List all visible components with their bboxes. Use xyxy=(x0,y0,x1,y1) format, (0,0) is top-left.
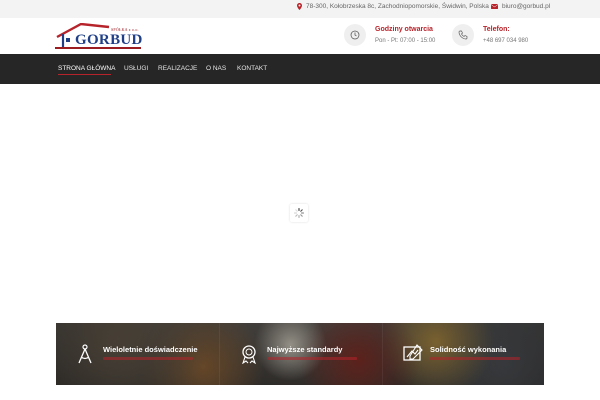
nav-item-home[interactable]: STRONA GŁÓWNA xyxy=(58,65,115,72)
spinner-icon xyxy=(293,207,305,219)
award-icon xyxy=(242,345,256,364)
features-band: Wieloletnie doświadczenie Najwyższe stan… xyxy=(56,323,544,385)
active-nav-indicator xyxy=(58,74,111,75)
feature-description xyxy=(430,357,520,360)
loading-spinner xyxy=(290,204,308,222)
phone-info: Telefon: +48 697 034 980 xyxy=(452,24,528,46)
map-pin-icon xyxy=(297,3,302,10)
nav-item-services[interactable]: USŁUGI xyxy=(124,65,148,72)
address-info: 78-300, Kołobrzeska 8c, Zachodniopomorsk… xyxy=(297,3,489,10)
nav-item-contact[interactable]: KONTAKT xyxy=(237,65,267,72)
email-link[interactable]: biuro@gorbud.pl xyxy=(491,3,550,10)
address-text: 78-300, Kołobrzeska 8c, Zachodniopomorsk… xyxy=(306,3,489,10)
compass-icon xyxy=(78,344,92,364)
feature-experience: Wieloletnie doświadczenie xyxy=(56,323,218,385)
feature-description xyxy=(103,357,193,360)
header: SPÓŁKA z o.o. GORBUD Godziny otwarcia Po… xyxy=(0,18,600,54)
nav-item-projects[interactable]: REALIZACJE xyxy=(158,65,197,72)
feature-title: Najwyższe standardy xyxy=(267,345,343,354)
opening-hours-title: Godziny otwarcia xyxy=(375,26,433,33)
phone-number[interactable]: +48 697 034 980 xyxy=(483,38,528,44)
phone-title: Telefon: xyxy=(483,26,510,33)
logo-brand: GORBUD xyxy=(75,32,143,48)
main-nav: STRONA GŁÓWNA USŁUGI REALIZACJE O NAS KO… xyxy=(0,54,600,84)
envelope-icon xyxy=(491,4,498,9)
email-text: biuro@gorbud.pl xyxy=(502,3,551,10)
nav-item-about[interactable]: O NAS xyxy=(206,65,226,72)
top-bar: 78-300, Kołobrzeska 8c, Zachodniopomorsk… xyxy=(0,0,600,18)
blueprint-icon xyxy=(403,344,423,361)
phone-icon xyxy=(452,24,474,46)
feature-description xyxy=(267,357,357,360)
opening-hours: Godziny otwarcia Pon - Pt: 07:00 - 15:00 xyxy=(344,24,435,46)
feature-reliability: Solidność wykonania xyxy=(382,323,544,385)
logo[interactable]: SPÓŁKA z o.o. GORBUD xyxy=(55,23,143,51)
feature-standards: Najwyższe standardy xyxy=(219,323,381,385)
feature-title: Wieloletnie doświadczenie xyxy=(103,345,198,354)
feature-title: Solidność wykonania xyxy=(430,345,507,354)
opening-hours-value: Pon - Pt: 07:00 - 15:00 xyxy=(375,38,436,44)
clock-icon xyxy=(344,24,366,46)
logo-underline xyxy=(55,47,141,49)
